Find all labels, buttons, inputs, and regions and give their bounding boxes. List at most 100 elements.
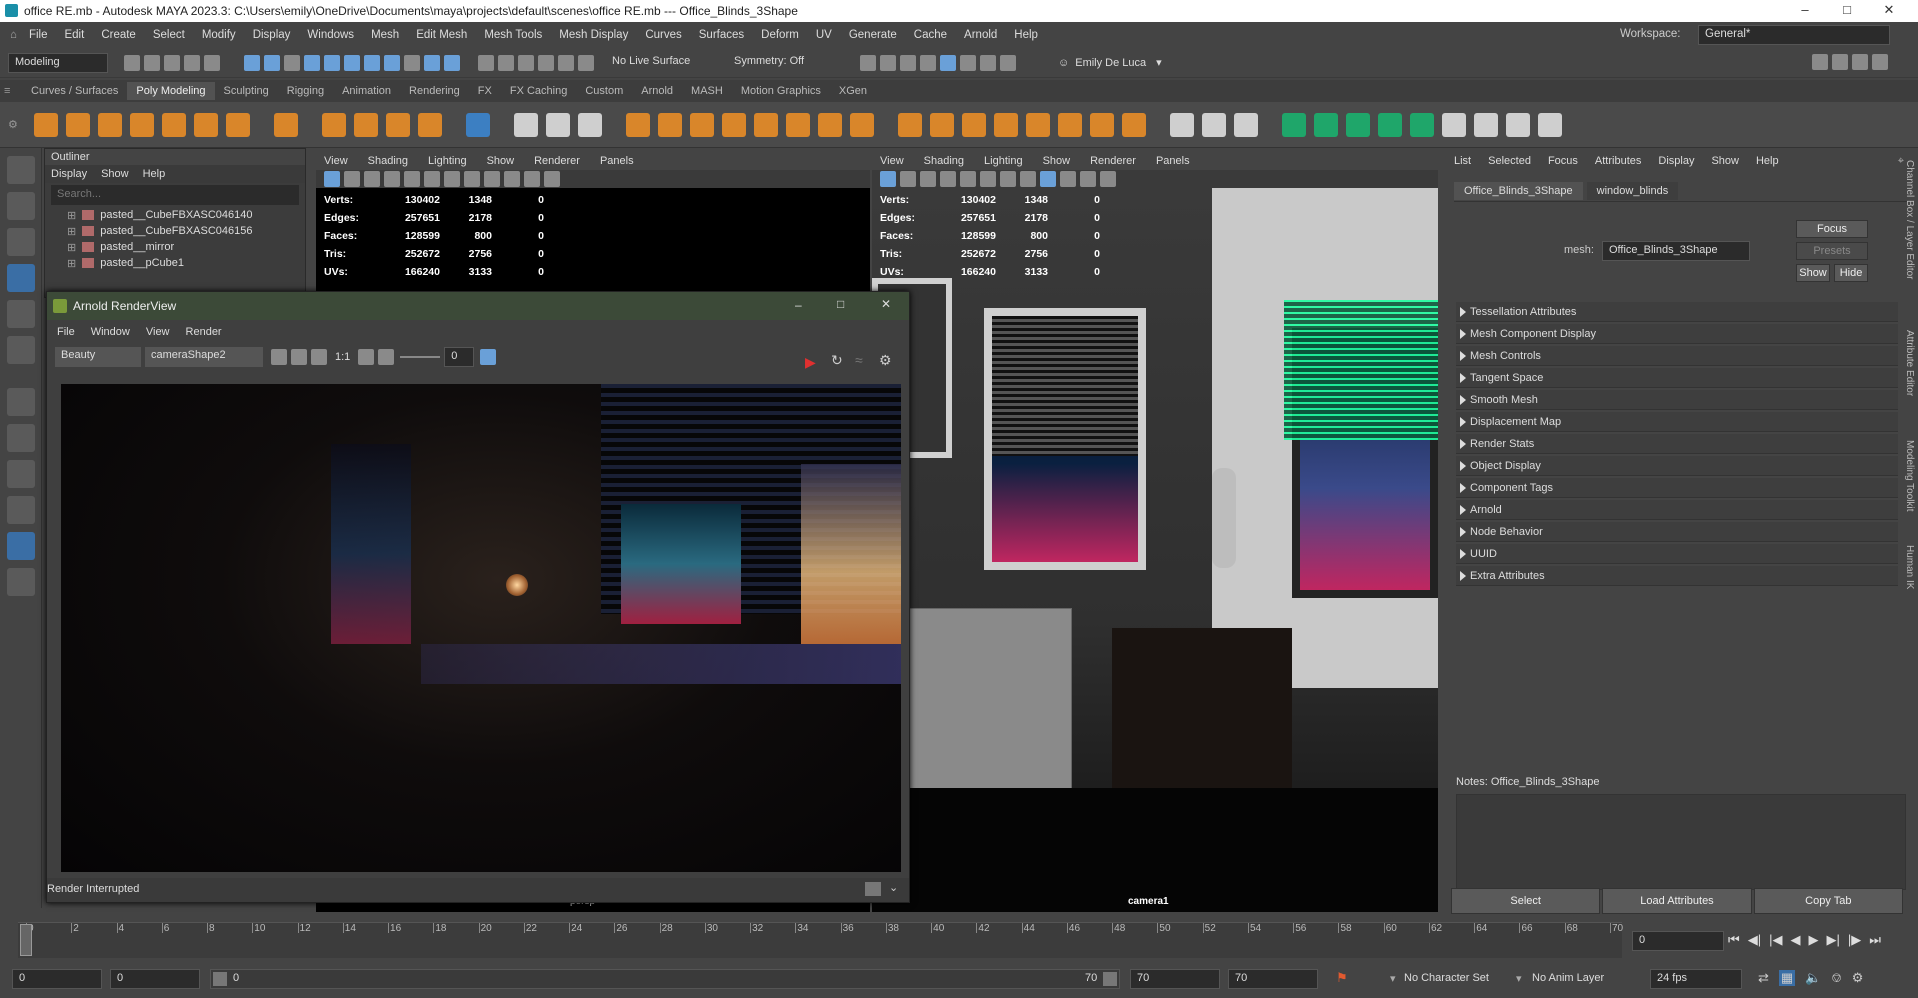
bevel-icon[interactable] (690, 112, 714, 137)
poke-icon[interactable] (1026, 112, 1050, 137)
attr-section-render-stats[interactable]: Render Stats (1456, 434, 1898, 454)
lock-icon[interactable] (404, 54, 420, 71)
attr-section-mesh-component-display[interactable]: Mesh Component Display (1456, 324, 1898, 344)
viewport-menu-show[interactable]: Show (1043, 155, 1071, 167)
menu-select[interactable]: Select (153, 29, 185, 41)
mask-icon[interactable] (384, 54, 400, 71)
attr-section-tangent-space[interactable]: Tangent Space (1456, 368, 1898, 388)
crease-icon[interactable] (1506, 112, 1530, 137)
rgb-icon[interactable] (291, 349, 307, 365)
timeline-ruler[interactable]: 0246810121416182022242628303234363840424… (18, 922, 1623, 958)
attr-section-smooth-mesh[interactable]: Smooth Mesh (1456, 390, 1898, 410)
mirror-icon[interactable] (722, 112, 746, 137)
expand-icon[interactable]: ⊞ (67, 257, 76, 270)
snap-point-icon[interactable] (518, 54, 534, 71)
outliner-item[interactable]: ⊞ pasted__CubeFBXASC046156 (45, 223, 305, 239)
attr-menu-list[interactable]: List (1454, 155, 1471, 167)
mask-icon[interactable] (324, 54, 340, 71)
mask-icon[interactable] (344, 54, 360, 71)
outliner-item[interactable]: ⊞ pasted__CubeFBXASC046140 (45, 207, 305, 223)
component-select-icon[interactable] (546, 112, 570, 137)
menu-edit[interactable]: Edit (64, 29, 84, 41)
exposure-slider[interactable] (400, 356, 441, 358)
attr-section-object-display[interactable]: Object Display (1456, 456, 1898, 476)
xray-icon[interactable] (1040, 171, 1056, 187)
close-button[interactable]: ✕ (881, 297, 891, 311)
shelf-tab-mash[interactable]: MASH (682, 82, 732, 100)
loop-icon[interactable]: ⇄ (1758, 970, 1769, 986)
lasso-tool-icon[interactable] (7, 192, 35, 220)
attr-section-tessellation-attributes[interactable]: Tessellation Attributes (1456, 302, 1898, 322)
svg-icon[interactable] (418, 112, 442, 137)
fps-dropdown[interactable]: 24 fps (1650, 969, 1742, 989)
collapse-icon[interactable] (1090, 112, 1114, 137)
symmetry-dropdown[interactable]: Symmetry: Off (728, 52, 828, 73)
attr-menu-focus[interactable]: Focus (1548, 155, 1578, 167)
menu-help[interactable]: Help (1014, 29, 1038, 41)
copy-tab-button[interactable]: Copy Tab (1753, 888, 1903, 914)
menu-file[interactable]: File (29, 29, 48, 41)
tool-settings-icon[interactable] (1852, 54, 1868, 70)
viewport-right[interactable]: View Shading Lighting Show Renderer Panels Ve… (872, 152, 1438, 912)
move-tool-icon[interactable] (7, 264, 35, 292)
poly-sphere-icon[interactable] (34, 112, 58, 137)
viewport-menu-show[interactable]: Show (487, 155, 515, 167)
render-frame-icon[interactable] (860, 54, 876, 71)
menu-mesh[interactable]: Mesh (371, 29, 399, 41)
wireframe-icon[interactable] (920, 171, 936, 187)
shelf-tab-poly-modeling[interactable]: Poly Modeling (127, 82, 215, 100)
connect-icon[interactable] (1234, 112, 1258, 137)
display-settings-icon[interactable] (271, 349, 287, 365)
scale-tool-icon[interactable] (7, 336, 35, 364)
snapshot-icon[interactable] (865, 882, 881, 896)
aov-dropdown[interactable]: Beauty (55, 347, 141, 367)
range-bar[interactable]: 0 70 (210, 969, 1120, 989)
preferences-icon[interactable]: ⚙ (1852, 970, 1864, 986)
load-attributes-button[interactable]: Load Attributes (1602, 888, 1752, 914)
viewport-menu-shading[interactable]: Shading (368, 155, 408, 167)
render-icon[interactable]: ▶ (805, 354, 816, 371)
render-view-icon[interactable] (940, 54, 956, 71)
attr-section-component-tags[interactable]: Component Tags (1456, 478, 1898, 498)
renderview-menu-window[interactable]: Window (91, 326, 130, 338)
super-shape-icon[interactable] (322, 112, 346, 137)
film-gate-icon[interactable] (524, 171, 540, 187)
channel-box-icon[interactable] (1872, 54, 1888, 70)
attr-menu-selected[interactable]: Selected (1488, 155, 1531, 167)
shadow-icon[interactable] (1000, 171, 1016, 187)
smooth-icon[interactable] (754, 112, 778, 137)
reduce-icon[interactable] (786, 112, 810, 137)
shelf-tab-rendering[interactable]: Rendering (400, 82, 469, 100)
mesh-name-field[interactable]: Office_Blinds_3Shape (1602, 241, 1750, 261)
attr-section-arnold[interactable]: Arnold (1456, 500, 1898, 520)
menu-cache[interactable]: Cache (914, 29, 947, 41)
uv-icon[interactable] (578, 112, 602, 137)
crop-region-icon[interactable] (358, 349, 375, 365)
menu-generate[interactable]: Generate (849, 29, 897, 41)
home-icon[interactable]: ⌂ (10, 29, 17, 41)
smooth-shade-icon[interactable] (940, 171, 956, 187)
chevron-down-icon[interactable]: ⌄ (889, 881, 898, 894)
transfer-icon[interactable] (1442, 112, 1466, 137)
light-icon[interactable] (424, 171, 440, 187)
log-icon[interactable] (480, 349, 497, 365)
shadow-icon[interactable] (444, 171, 460, 187)
safe-area-icon[interactable] (1100, 171, 1116, 187)
current-frame-field[interactable]: 0 (1632, 931, 1724, 951)
live-surface-field[interactable]: No Live Surface (606, 52, 710, 73)
focus-button[interactable]: Focus (1796, 220, 1868, 238)
poly-cone-icon[interactable] (130, 112, 154, 137)
step-forward-frame-icon[interactable]: ▶| (1826, 932, 1839, 948)
shelf-tab-animation[interactable]: Animation (333, 82, 400, 100)
menu-deform[interactable]: Deform (761, 29, 799, 41)
undo-icon[interactable] (184, 54, 200, 71)
close-button[interactable]: ✕ (1874, 2, 1904, 20)
new-scene-icon[interactable] (124, 54, 140, 71)
shelf-tab-fx-caching[interactable]: FX Caching (501, 82, 576, 100)
maximize-button[interactable]: □ (837, 297, 844, 311)
shelf-tab-sculpting[interactable]: Sculpting (215, 82, 278, 100)
select-component-icon[interactable] (284, 54, 300, 71)
minimize-button[interactable]: – (1790, 2, 1820, 20)
attr-menu-attributes[interactable]: Attributes (1595, 155, 1641, 167)
chevron-down-icon[interactable]: ▾ (1516, 972, 1522, 985)
